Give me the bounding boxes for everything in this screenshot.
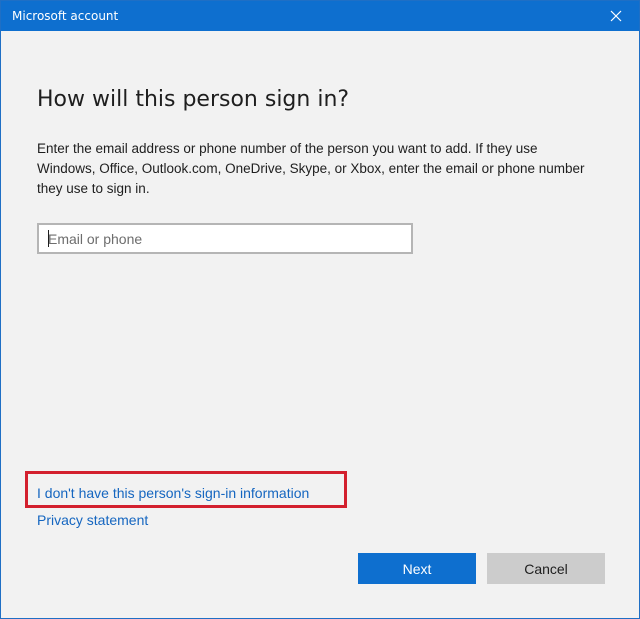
page-description: Enter the email address or phone number … [37, 141, 585, 196]
no-signin-info-link[interactable]: I don't have this person's sign-in infor… [37, 485, 309, 501]
cancel-button[interactable]: Cancel [487, 553, 605, 584]
email-or-phone-input[interactable] [37, 223, 413, 254]
next-button[interactable]: Next [358, 553, 476, 584]
title-bar[interactable]: Microsoft account [1, 1, 639, 31]
dialog-window: Microsoft account How will this person s… [0, 0, 640, 619]
close-icon [610, 10, 622, 22]
window-title: Microsoft account [12, 9, 119, 23]
page-heading: How will this person sign in? [37, 87, 350, 112]
privacy-statement-link[interactable]: Privacy statement [37, 512, 148, 528]
close-button[interactable] [593, 1, 639, 31]
text-caret [48, 230, 49, 247]
